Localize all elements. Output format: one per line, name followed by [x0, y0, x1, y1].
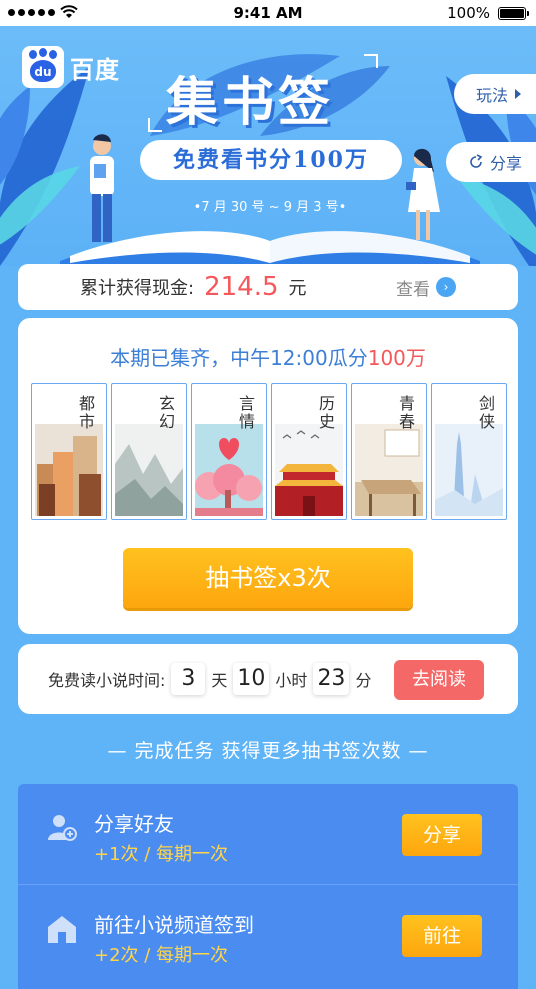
- battery-icon: [498, 7, 529, 20]
- task-reward: +1次 / 每期一次: [94, 844, 229, 865]
- share-task-button[interactable]: 分享: [402, 814, 482, 856]
- home-icon: [48, 916, 76, 943]
- timer-minutes: 23: [313, 663, 350, 695]
- bookmarks-card: 本期已集齐，中午12:00瓜分100万 都市 玄幻 言情 历史 青春 剑侠 抽书…: [18, 318, 518, 634]
- cash-label: 累计获得现金:: [80, 278, 195, 299]
- bookmark-card[interactable]: 玄幻: [111, 383, 187, 520]
- battery-percent: 100%: [447, 4, 490, 22]
- go-task-button[interactable]: 前往: [402, 915, 482, 957]
- task-title: 分享好友: [94, 812, 174, 836]
- history-palace-illustration: [275, 424, 343, 516]
- draw-bookmark-button[interactable]: 抽书签x3次: [123, 548, 413, 608]
- status-bar: 9:41 AM 100%: [0, 0, 536, 26]
- go-read-button[interactable]: 去阅读: [394, 660, 484, 700]
- timer-label: 免费读小说时间:: [48, 671, 166, 690]
- bookmark-card[interactable]: 言情: [191, 383, 267, 520]
- fantasy-mountain-illustration: [115, 424, 183, 516]
- cash-unit: 元: [288, 278, 307, 299]
- bookmark-name: 剑侠: [476, 395, 495, 431]
- task-reward: +2次 / 每期一次: [94, 945, 229, 966]
- hero-banner: du 百度 集书签 免费看书分100万 •7 月 30 号 ~ 9 月 3 号•…: [0, 26, 536, 266]
- reader-man-illustration: [90, 134, 114, 242]
- chevron-right-icon: ›: [436, 277, 456, 297]
- caret-right-icon: [515, 89, 521, 99]
- timer-days-unit: 天: [211, 671, 228, 690]
- cash-summary: 累计获得现金: 214.5 元 查看 ›: [18, 264, 518, 310]
- bookmark-name: 都市: [76, 395, 95, 431]
- timer-hours: 10: [233, 663, 270, 695]
- rules-label: 玩法: [475, 86, 508, 105]
- youth-classroom-illustration: [355, 424, 423, 516]
- city-illustration: [35, 424, 103, 516]
- collection-headline: 本期已集齐，中午12:00瓜分100万: [110, 346, 426, 370]
- add-user-icon: [48, 815, 77, 841]
- reader-woman-illustration: [406, 148, 440, 240]
- timer-hours-unit: 小时: [275, 671, 308, 690]
- bookmark-card[interactable]: 青春: [351, 383, 427, 520]
- bookmark-card[interactable]: 都市: [31, 383, 107, 520]
- title-block: 集书签: [148, 54, 378, 134]
- cash-amount: 214.5: [204, 272, 279, 302]
- share-top-label: 分享: [489, 154, 522, 173]
- timer-minutes-unit: 分: [355, 671, 372, 690]
- bookmark-name: 言情: [236, 395, 255, 431]
- page-subtitle: 免费看书分100万: [140, 140, 402, 180]
- task-title: 前往小说频道签到: [94, 913, 254, 937]
- romance-tree-illustration: [195, 424, 263, 516]
- task-list: 分享好友 +1次 / 每期一次 分享 前往小说频道签到 +2次 / 每期一次 前…: [18, 784, 518, 989]
- page-title: 集书签: [166, 72, 335, 133]
- share-top-button[interactable]: 分享: [445, 142, 536, 182]
- baidu-paw-icon: du: [22, 46, 64, 88]
- timer-days: 3: [171, 663, 206, 695]
- tasks-section-title: — 完成任务 获得更多抽书签次数 —: [107, 740, 429, 762]
- baidu-logo: du 百度: [22, 46, 120, 88]
- bookmark-list: 都市 玄幻 言情 历史 青春 剑侠: [31, 383, 507, 520]
- bookmark-name: 历史: [316, 395, 335, 431]
- bookmark-name: 青春: [396, 395, 415, 431]
- bookmark-card[interactable]: 剑侠: [431, 383, 507, 520]
- bookmark-name: 玄幻: [156, 395, 175, 431]
- logo-text: 百度: [70, 55, 120, 84]
- view-cash-link[interactable]: 查看 ›: [396, 275, 456, 300]
- task-item-share: 分享好友 +1次 / 每期一次 分享: [18, 784, 518, 884]
- bookmark-card[interactable]: 历史: [271, 383, 347, 520]
- swordsman-tower-illustration: [435, 424, 503, 516]
- rules-button[interactable]: 玩法: [453, 74, 536, 114]
- event-dates: •7 月 30 号 ~ 9 月 3 号•: [193, 200, 347, 215]
- view-label: 查看: [396, 279, 430, 300]
- share-icon: [470, 154, 483, 168]
- task-item-checkin: 前往小说频道签到 +2次 / 每期一次 前往: [18, 884, 518, 984]
- free-reading-timer: 免费读小说时间: 3 天 10 小时 23 分 去阅读: [18, 644, 518, 714]
